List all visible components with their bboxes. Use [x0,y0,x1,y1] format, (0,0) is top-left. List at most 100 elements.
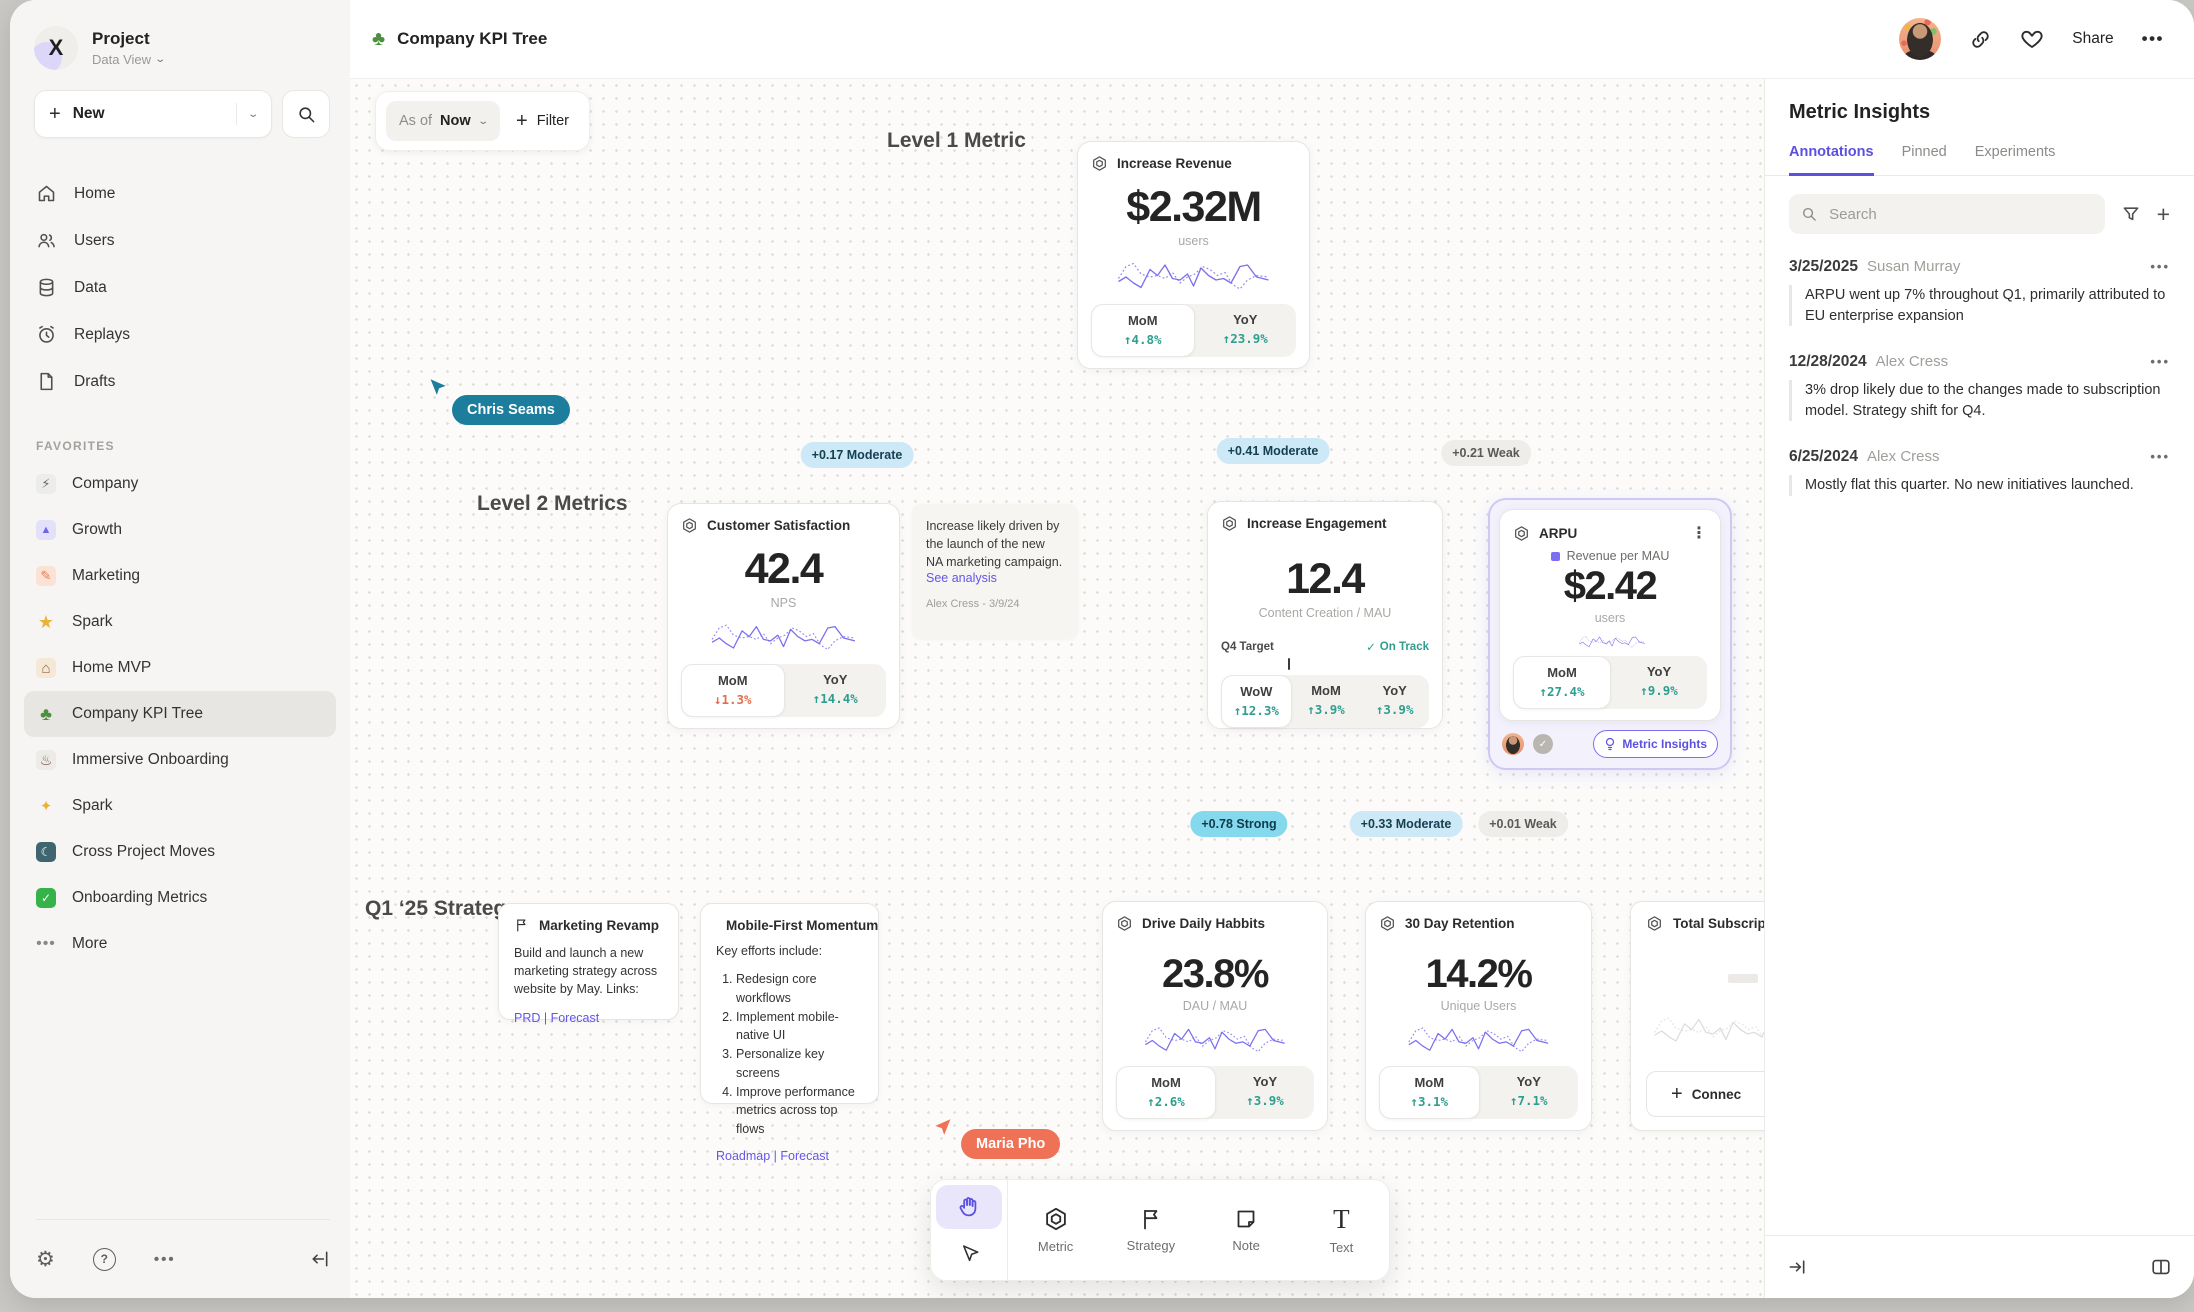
prd-forecast-links[interactable]: PRD | Forecast [514,1011,663,1025]
more-menu-icon[interactable]: ••• [2142,29,2164,49]
roadmap-forecast-links[interactable]: Roadmap | Forecast [716,1149,863,1163]
annotation-menu-icon[interactable]: ••• [2150,449,2170,464]
sidebar-search-button[interactable] [282,90,330,138]
stat-yoy[interactable]: YoY ↑9.9% [1611,656,1707,709]
share-button[interactable]: Share [2072,30,2113,48]
annotation-note-card[interactable]: Increase likely driven by the launch of … [912,504,1078,638]
collapse-sidebar-icon[interactable] [310,1249,330,1269]
sidebar-item-spark[interactable]: ★ Spark [24,599,336,645]
edge-label[interactable]: +0.17 Moderate [801,442,914,468]
metric-card-arpu-selected[interactable]: ARPU ⋮ Revenue per MAU $2.42 users [1488,498,1732,770]
metric-hex-icon [1513,525,1530,542]
sidebar-item-marketing[interactable]: ✎ Marketing [24,553,336,599]
stat-yoy[interactable]: YoY ↑7.1% [1480,1066,1579,1119]
edge-label[interactable]: +0.21 Weak [1441,440,1531,466]
settings-gear-icon[interactable]: ⚙ [36,1247,55,1272]
tab-pinned[interactable]: Pinned [1902,144,1947,175]
text-tool-button[interactable]: T Text [1294,1180,1389,1280]
tab-experiments[interactable]: Experiments [1975,144,2056,175]
collapse-panel-icon[interactable] [1787,1257,1807,1277]
stat-mom[interactable]: MoM ↑4.8% [1091,304,1195,357]
sidebar-item-replays[interactable]: Replays [36,311,330,358]
sparkline-chart [1379,1021,1578,1060]
collaborator-cursor-chris: Chris Seams [426,377,570,425]
metric-card-increase-revenue[interactable]: Increase Revenue $2.32M users MoM ↑4.8% [1077,141,1310,369]
annotations-search[interactable] [1789,194,2105,234]
add-annotation-icon[interactable]: + [2157,203,2170,226]
annotation-item[interactable]: 3/25/2025 Susan Murray ••• ARPU went up … [1789,258,2170,326]
edge-label[interactable]: +0.78 Strong [1190,811,1287,837]
stat-mom[interactable]: MoM ↑2.6% [1116,1066,1216,1119]
sidebar-item-immersive-onboarding[interactable]: ♨ Immersive Onboarding [24,737,336,783]
kpi-tree-canvas[interactable]: As of Now ⌄ + Filter Level 1 Metric Leve… [350,79,1764,1298]
add-filter-button[interactable]: + Filter [516,110,569,133]
more-options-icon[interactable]: ••• [154,1251,176,1268]
connect-metric-button[interactable]: + Connec [1646,1071,1764,1117]
metric-insights-button[interactable]: Metric Insights [1593,730,1718,758]
user-avatar[interactable] [1899,18,1941,60]
stat-mom[interactable]: MoM ↑3.9% [1292,675,1361,728]
sidebar-item-drafts[interactable]: Drafts [36,358,330,405]
search-input[interactable] [1827,205,2092,224]
annotation-menu-icon[interactable]: ••• [2150,354,2170,369]
metric-tool-button[interactable]: Metric [1008,1180,1103,1280]
select-tool-button[interactable] [936,1231,1002,1275]
sidebar-item-more[interactable]: ••• More [24,921,336,967]
filter-funnel-icon[interactable] [2121,204,2141,224]
note-tool-button[interactable]: Note [1199,1180,1294,1280]
sidebar-item-growth[interactable]: ▲ Growth [24,507,336,553]
stat-mom[interactable]: MoM ↓1.3% [681,664,785,717]
sidebar-item-onboarding-metrics[interactable]: ✓ Onboarding Metrics [24,875,336,921]
cursor-arrow-icon [933,1117,955,1139]
sidebar-item-cross-project-moves[interactable]: ☾ Cross Project Moves [24,829,336,875]
sidebar-item-home[interactable]: Home [36,170,330,217]
as-of-selector[interactable]: As of Now ⌄ [386,101,500,141]
tab-annotations[interactable]: Annotations [1789,144,1874,176]
strategy-card-marketing-revamp[interactable]: Marketing Revamp Build and launch a new … [498,903,679,1020]
stat-wow[interactable]: WoW ↑12.3% [1221,675,1292,728]
favorite-heart-icon[interactable] [2020,27,2044,51]
edge-label[interactable]: +0.01 Weak [1478,811,1568,837]
hand-tool-button[interactable] [936,1185,1002,1229]
chevron-down-icon[interactable]: ⌄ [247,109,259,120]
project-view-selector[interactable]: Data View ⌄ [92,52,164,67]
strategy-tool-button[interactable]: Strategy [1103,1180,1198,1280]
help-icon[interactable]: ? [93,1248,116,1271]
metric-unit: Content Creation / MAU [1221,606,1429,620]
metric-card-30-day-retention[interactable]: 30 Day Retention 14.2% Unique Users MoM … [1365,901,1592,1131]
metric-card-increase-engagement[interactable]: Increase Engagement 12.4 Content Creatio… [1207,501,1443,729]
sidebar-item-company-kpi-tree[interactable]: ♣ Company KPI Tree [24,691,336,737]
metric-card-drive-daily-habbits[interactable]: Drive Daily Habbits 23.8% DAU / MAU MoM … [1102,901,1328,1131]
sidebar-item-spark-2[interactable]: ✦ Spark [24,783,336,829]
sidebar-item-company[interactable]: ⚡ Company [24,461,336,507]
note-icon [1234,1207,1258,1231]
stat-mom[interactable]: MoM ↑27.4% [1513,656,1611,709]
stat-yoy[interactable]: YoY ↑23.9% [1195,304,1297,357]
annotation-item[interactable]: 12/28/2024 Alex Cress ••• 3% drop likely… [1789,353,2170,421]
project-switcher[interactable]: X Project Data View ⌄ [10,0,350,76]
sidebar-item-users[interactable]: Users [36,217,330,264]
key-efforts-list: Redesign core workflows Implement mobile… [716,970,863,1139]
copy-link-icon[interactable] [1969,28,1992,51]
zap-icon: ⚡ [36,474,56,494]
stat-yoy[interactable]: YoY ↑14.4% [785,664,887,717]
metric-card-total-subscriptions[interactable]: Total Subscript + Connec [1630,901,1764,1131]
split-view-icon[interactable] [2150,1256,2172,1278]
stat-yoy[interactable]: YoY ↑3.9% [1360,675,1429,728]
metric-card-customer-satisfaction[interactable]: Customer Satisfaction 42.4 NPS MoM ↓1.3% [667,503,900,729]
users-icon [36,230,57,251]
card-menu-icon[interactable]: ⋮ [1691,523,1707,543]
new-button[interactable]: + New ⌄ [34,90,272,138]
sidebar-item-home-mvp[interactable]: ⌂ Home MVP [24,645,336,691]
stat-yoy[interactable]: YoY ↑3.9% [1216,1066,1314,1119]
edge-label[interactable]: +0.41 Moderate [1217,438,1330,464]
annotation-item[interactable]: 6/25/2024 Alex Cress ••• Mostly flat thi… [1789,448,2170,496]
sidebar-item-data[interactable]: Data [36,264,330,311]
edge-label[interactable]: +0.33 Moderate [1350,811,1463,837]
strategy-card-mobile-first-momentum[interactable]: Mobile-First Momentum Key efforts includ… [700,903,879,1104]
annotation-menu-icon[interactable]: ••• [2150,259,2170,274]
metric-card-arpu[interactable]: ARPU ⋮ Revenue per MAU $2.42 users [1499,509,1721,721]
see-analysis-link[interactable]: See analysis [926,571,1064,585]
plus-icon: + [1671,1083,1683,1106]
stat-mom[interactable]: MoM ↑3.1% [1379,1066,1480,1119]
